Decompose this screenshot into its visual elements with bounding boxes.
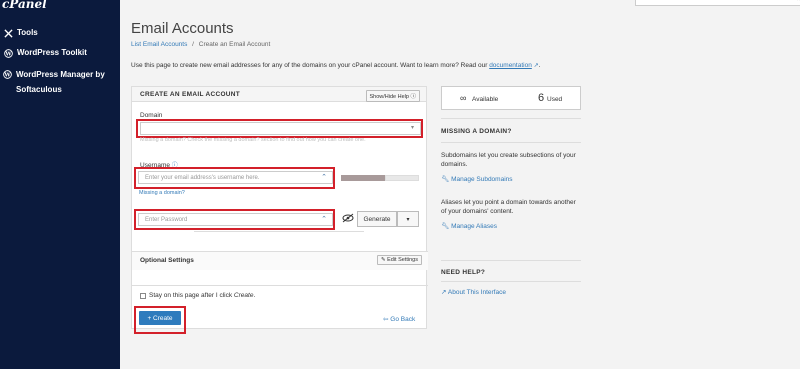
password-strength-bar [194,231,364,233]
breadcrumb-current: Create an Email Account [198,41,271,48]
aliases-text: Aliases let you point a domain towards a… [441,199,576,215]
chevron-down-icon: ▾ [406,216,410,223]
stay-on-page-checkbox[interactable] [140,293,146,299]
edit-settings-button[interactable]: ✎ Edit Settings [376,255,422,265]
subdomains-text: Subdomains let you create subsections of… [441,152,576,168]
show-hide-help-button[interactable]: Show/Hide Help ⓘ [365,90,420,102]
breadcrumb-parent-link[interactable]: List Email Accounts [131,41,187,48]
need-help-section: NEED HELP? [441,269,581,276]
about-interface-link[interactable]: ↗ About This Interface [441,288,581,296]
close-icon[interactable]: × [796,0,800,3]
sidebar-item-tools[interactable]: Tools [3,26,38,40]
divider [441,142,581,143]
domain-label: Domain [140,112,163,119]
wordpress-icon: W [3,69,12,79]
used-count: 6 [538,92,545,104]
documentation-link[interactable]: documentation [489,62,532,69]
main-content: × Email Accounts List Email Accounts / C… [120,0,800,369]
sidebar-item-wordpress-manager[interactable]: W WordPress Manager by Softaculous [3,67,115,97]
generate-options-button[interactable]: ▾ [397,211,419,227]
go-back-link[interactable]: ⇦ Go Back [383,315,415,323]
sidebar: cPanel Tools W WordPress Toolkit W WordP… [0,0,120,369]
svg-text:W: W [3,72,11,78]
cpanel-logo[interactable]: cPanel [2,0,47,11]
available-label: Available [472,96,499,103]
wordpress-icon: W [3,48,13,58]
strength-meter-fill [341,175,385,181]
divider [441,260,581,261]
optional-settings-header: Optional Settings ✎ Edit Settings [132,251,428,270]
svg-text:W: W [4,51,12,57]
help-icon: ⓘ [410,94,416,100]
username-highlight [134,167,335,189]
optional-settings-title: Optional Settings [140,257,194,264]
manage-aliases-link[interactable]: 🔧︎ Manage Aliases [441,222,581,230]
panel-title: CREATE AN EMAIL ACCOUNT [140,91,241,98]
divider [441,281,581,282]
infinity-icon: ∞ [460,93,467,103]
aliases-info: Aliases let you point a domain towards a… [441,198,581,230]
eye-slash-icon[interactable] [342,213,354,225]
breadcrumb-separator: / [192,41,194,48]
arrow-left-icon: ⇦ [383,316,389,323]
divider [132,285,428,286]
need-help-heading: NEED HELP? [441,269,486,276]
strength-meter-track [385,175,419,181]
panel-header: CREATE AN EMAIL ACCOUNT Show/Hide Help ⓘ [132,87,426,102]
missing-domain-heading: MISSING A DOMAIN? [441,128,512,135]
need-help-links: ↗ About This Interface [441,288,581,296]
wrench-icon: 🔧︎ [441,176,450,183]
manage-subdomains-link[interactable]: 🔧︎ Manage Subdomains [441,175,581,183]
sidebar-item-label: WordPress Manager by Softaculous [16,70,105,94]
generate-button[interactable]: Generate [357,211,397,227]
external-link-icon: ↗ [441,289,447,296]
missing-domain-link[interactable]: Missing a domain? [139,190,185,196]
divider [441,118,581,119]
intro-text: Use this page to create new email addres… [131,62,541,69]
sidebar-item-label: WordPress Toolkit [17,48,87,57]
search-input[interactable]: × [635,0,800,6]
domain-hint: Missing a domain? Check the missing a do… [140,137,366,143]
subdomains-info: Subdomains let you create subsections of… [441,151,581,183]
stay-on-page-label: Stay on this page after I click Create. [149,292,256,299]
breadcrumb: List Email Accounts / Create an Email Ac… [131,41,270,48]
password-highlight [134,209,335,230]
account-stats: ∞ Available 6 Used [441,86,581,110]
create-button[interactable]: + Create [139,311,181,325]
used-label: Used [547,96,563,103]
sidebar-item-label: Tools [17,28,38,37]
domain-highlight [136,119,423,138]
tools-icon [3,28,13,38]
sidebar-item-wordpress-toolkit[interactable]: W WordPress Toolkit [3,46,87,60]
pencil-icon: ✎ [380,257,386,263]
missing-domain-section: MISSING A DOMAIN? [441,128,581,135]
wrench-icon: 🔧︎ [441,223,450,230]
create-email-panel: CREATE AN EMAIL ACCOUNT Show/Hide Help ⓘ… [131,86,428,334]
page-title: Email Accounts [131,20,234,37]
